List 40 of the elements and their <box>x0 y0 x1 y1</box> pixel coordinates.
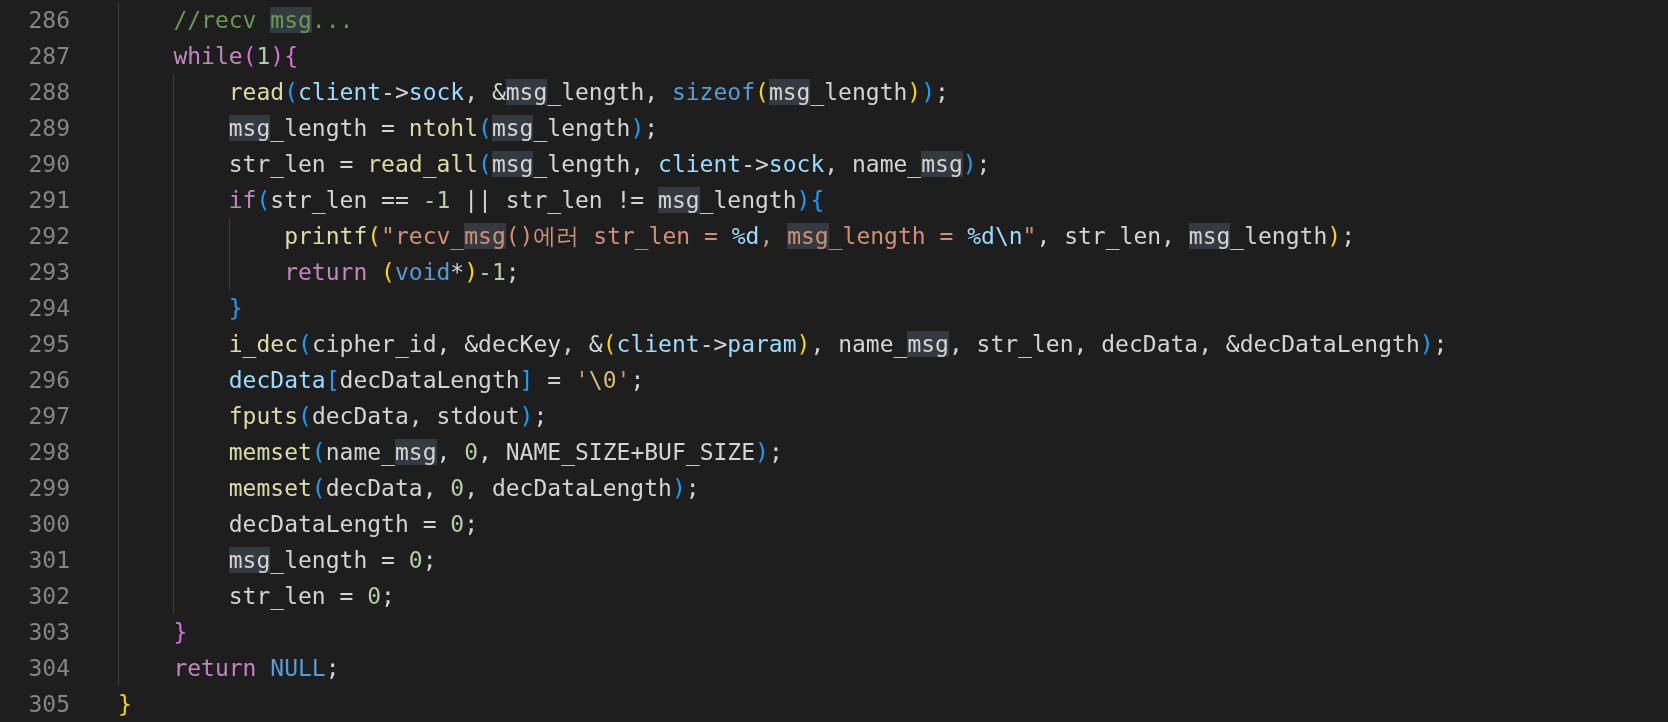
line-number: 302 <box>27 583 70 609</box>
line-number: 299 <box>27 475 70 501</box>
line-number: 291 <box>27 187 70 213</box>
line-number: 303 <box>27 619 70 645</box>
code-line: while(1){ <box>173 43 299 69</box>
code-line: memset(name_msg, 0, NAME_SIZE+BUF_SIZE); <box>228 439 783 465</box>
line-number: 294 <box>27 295 70 321</box>
line-number: 305 <box>27 691 70 717</box>
line-number: 288 <box>27 79 70 105</box>
code-line: memset(decData, 0, decDataLength); <box>228 475 700 501</box>
code-line: } <box>228 295 243 321</box>
code-line: printf("recv_msg()에러 str_len = %d, msg_length = %d\n", str_len, msg_length); <box>284 223 1355 249</box>
line-number: 287 <box>27 43 70 69</box>
line-number: 290 <box>27 151 70 177</box>
line-number: 296 <box>27 367 70 393</box>
code-line: read(client->sock, &msg_length, sizeof(msg_length)); <box>228 79 949 105</box>
code-line: msg_length = ntohl(msg_length); <box>228 115 659 141</box>
code-line: str_len = 0; <box>228 583 395 609</box>
code-line: } <box>118 691 132 717</box>
line-number: 304 <box>27 655 70 681</box>
code-line: decDataLength = 0; <box>228 511 479 537</box>
code-line: str_len = read_all(msg_length, client->sock, name_msg); <box>228 151 991 177</box>
code-line: //recv msg... <box>173 7 354 33</box>
code-line: i_dec(cipher_id, &decKey, &(client->param), name_msg, str_len, decData, &decDataLength); <box>228 331 1448 357</box>
code-line: if(str_len == -1 || str_len != msg_length){ <box>228 187 825 213</box>
code-line: return NULL; <box>173 655 340 681</box>
line-number: 297 <box>27 403 70 429</box>
code-line: msg_length = 0; <box>228 547 437 573</box>
code-line: return (void*)-1; <box>284 259 520 285</box>
line-number: 289 <box>27 115 70 141</box>
line-number: 295 <box>27 331 70 357</box>
line-number: 301 <box>27 547 70 573</box>
line-number: 286 <box>27 7 70 33</box>
line-number: 292 <box>27 223 70 249</box>
code-line: fputs(decData, stdout); <box>228 403 548 429</box>
line-number: 298 <box>27 439 70 465</box>
code-line: } <box>173 619 188 645</box>
code-line: decData[decDataLength] = '\0'; <box>228 367 645 393</box>
line-number: 293 <box>27 259 70 285</box>
line-number: 300 <box>27 511 70 537</box>
